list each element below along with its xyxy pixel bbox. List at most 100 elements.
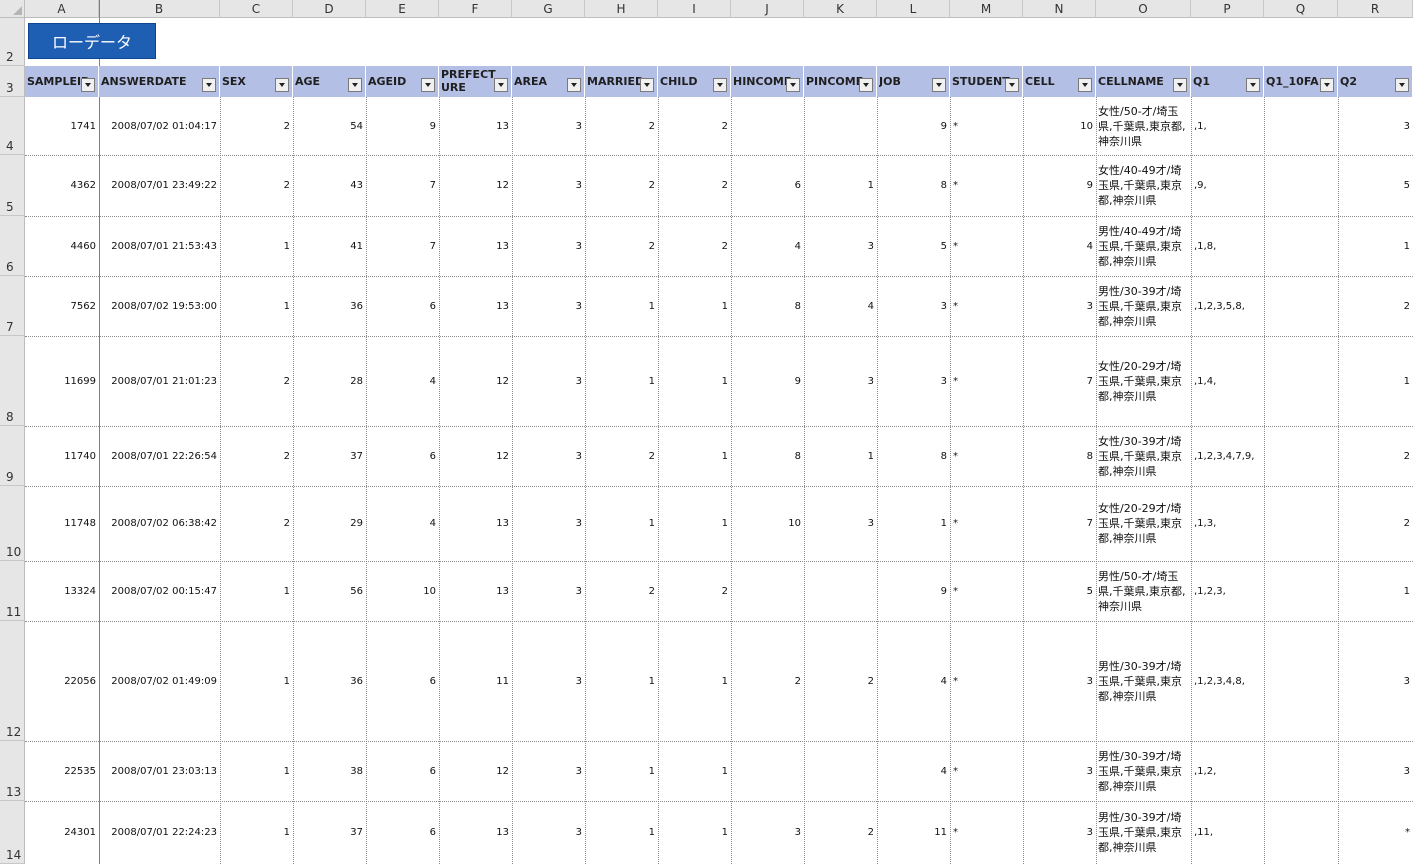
data-cell[interactable]: 2008/07/01 21:53:43 — [99, 216, 220, 276]
header-cell-pincome[interactable]: PINCOME — [804, 66, 877, 97]
data-cell[interactable]: 6 — [366, 276, 439, 336]
column-header-d[interactable]: D — [293, 0, 366, 18]
column-header-q[interactable]: Q — [1264, 0, 1338, 18]
data-cell[interactable]: 4 — [731, 216, 804, 276]
data-cell[interactable]: 2 — [585, 216, 658, 276]
column-header-g[interactable]: G — [512, 0, 585, 18]
data-cell[interactable]: * — [950, 621, 1023, 741]
filter-dropdown-icon[interactable] — [567, 78, 581, 92]
data-cell[interactable] — [731, 741, 804, 801]
filter-dropdown-icon[interactable] — [275, 78, 289, 92]
data-cell[interactable]: 2 — [731, 621, 804, 741]
select-all-corner[interactable] — [0, 0, 25, 18]
data-cell[interactable]: 8 — [877, 155, 950, 216]
data-cell[interactable]: 3 — [512, 486, 585, 561]
data-cell[interactable]: 29 — [293, 486, 366, 561]
filter-dropdown-icon[interactable] — [1246, 78, 1260, 92]
data-cell[interactable]: 2 — [585, 561, 658, 621]
data-cell[interactable]: 1 — [585, 621, 658, 741]
data-cell[interactable]: * — [950, 276, 1023, 336]
data-cell[interactable]: 3 — [1338, 621, 1413, 741]
data-cell[interactable] — [731, 97, 804, 155]
data-cell[interactable]: 8 — [1023, 426, 1096, 486]
data-cell[interactable]: 2 — [1338, 426, 1413, 486]
data-cell[interactable]: 3 — [1023, 276, 1096, 336]
data-cell[interactable]: 13 — [439, 276, 512, 336]
data-cell[interactable]: 3 — [804, 336, 877, 426]
data-cell[interactable]: 12 — [439, 741, 512, 801]
data-cell[interactable]: 2008/07/01 23:49:22 — [99, 155, 220, 216]
data-cell[interactable]: 3 — [512, 97, 585, 155]
data-cell[interactable]: 1 — [1338, 561, 1413, 621]
data-cell[interactable]: ,1,3, — [1191, 486, 1264, 561]
data-cell[interactable]: 1 — [220, 741, 293, 801]
data-cell[interactable]: 4 — [877, 741, 950, 801]
data-cell[interactable]: 1 — [658, 276, 731, 336]
header-cell-student[interactable]: STUDENT — [950, 66, 1023, 97]
header-cell-hincome[interactable]: HINCOME — [731, 66, 804, 97]
data-cell[interactable]: 1 — [220, 561, 293, 621]
row-header-7[interactable]: 7 — [0, 276, 25, 336]
data-cell[interactable]: 6 — [366, 426, 439, 486]
data-cell[interactable] — [804, 97, 877, 155]
data-cell[interactable]: 9 — [877, 561, 950, 621]
data-cell[interactable]: 10 — [731, 486, 804, 561]
row-header-9[interactable]: 9 — [0, 426, 25, 486]
filter-dropdown-icon[interactable] — [1395, 78, 1409, 92]
data-cell[interactable]: 2 — [658, 561, 731, 621]
data-cell[interactable]: 3 — [877, 276, 950, 336]
header-cell-cell[interactable]: CELL — [1023, 66, 1096, 97]
data-cell[interactable]: 3 — [804, 486, 877, 561]
column-header-m[interactable]: M — [950, 0, 1023, 18]
data-cell[interactable]: 13 — [439, 801, 512, 864]
data-cell[interactable]: 54 — [293, 97, 366, 155]
data-cell[interactable]: ,1,2,3,5,8, — [1191, 276, 1264, 336]
data-cell[interactable] — [1264, 216, 1338, 276]
data-cell[interactable]: 1 — [658, 801, 731, 864]
filter-dropdown-icon[interactable] — [421, 78, 435, 92]
data-cell[interactable]: 1 — [220, 801, 293, 864]
header-cell-sex[interactable]: SEX — [220, 66, 293, 97]
data-cell[interactable]: 3 — [1023, 621, 1096, 741]
data-cell[interactable]: 1 — [804, 426, 877, 486]
column-header-e[interactable]: E — [366, 0, 439, 18]
data-cell[interactable]: 1 — [585, 801, 658, 864]
data-cell[interactable]: 8 — [731, 276, 804, 336]
row-header-13[interactable]: 13 — [0, 741, 25, 801]
data-cell[interactable]: 5 — [1338, 155, 1413, 216]
column-header-k[interactable]: K — [804, 0, 877, 18]
data-cell[interactable]: 2008/07/02 06:38:42 — [99, 486, 220, 561]
row-header-11[interactable]: 11 — [0, 561, 25, 621]
data-cell[interactable]: 1 — [220, 216, 293, 276]
data-cell[interactable]: 4362 — [25, 155, 99, 216]
data-cell[interactable]: 13 — [439, 561, 512, 621]
data-cell[interactable]: 5 — [877, 216, 950, 276]
data-cell[interactable]: 女性/30-39才/埼玉県,千葉県,東京都,神奈川県 — [1096, 426, 1191, 486]
data-cell[interactable]: 1 — [658, 621, 731, 741]
data-cell[interactable]: 3 — [512, 561, 585, 621]
data-cell[interactable]: 11 — [439, 621, 512, 741]
data-cell[interactable]: 13 — [439, 97, 512, 155]
data-cell[interactable]: 9 — [1023, 155, 1096, 216]
filter-dropdown-icon[interactable] — [1320, 78, 1334, 92]
filter-dropdown-icon[interactable] — [1005, 78, 1019, 92]
data-cell[interactable]: 女性/20-29才/埼玉県,千葉県,東京都,神奈川県 — [1096, 486, 1191, 561]
data-cell[interactable]: 3 — [512, 621, 585, 741]
data-cell[interactable]: 11748 — [25, 486, 99, 561]
data-cell[interactable]: * — [950, 426, 1023, 486]
data-cell[interactable]: 9 — [731, 336, 804, 426]
data-cell[interactable]: 2 — [585, 97, 658, 155]
data-cell[interactable]: 3 — [1023, 801, 1096, 864]
data-cell[interactable]: 12 — [439, 336, 512, 426]
data-cell[interactable]: 3 — [731, 801, 804, 864]
data-cell[interactable]: 2 — [658, 155, 731, 216]
data-cell[interactable]: * — [950, 336, 1023, 426]
data-cell[interactable]: 2008/07/02 00:15:47 — [99, 561, 220, 621]
data-cell[interactable] — [1264, 426, 1338, 486]
data-cell[interactable]: 4 — [804, 276, 877, 336]
data-cell[interactable]: 1 — [220, 276, 293, 336]
column-header-j[interactable]: J — [731, 0, 804, 18]
data-cell[interactable]: 3 — [512, 426, 585, 486]
data-cell[interactable]: 6 — [366, 741, 439, 801]
data-cell[interactable]: 12 — [439, 155, 512, 216]
